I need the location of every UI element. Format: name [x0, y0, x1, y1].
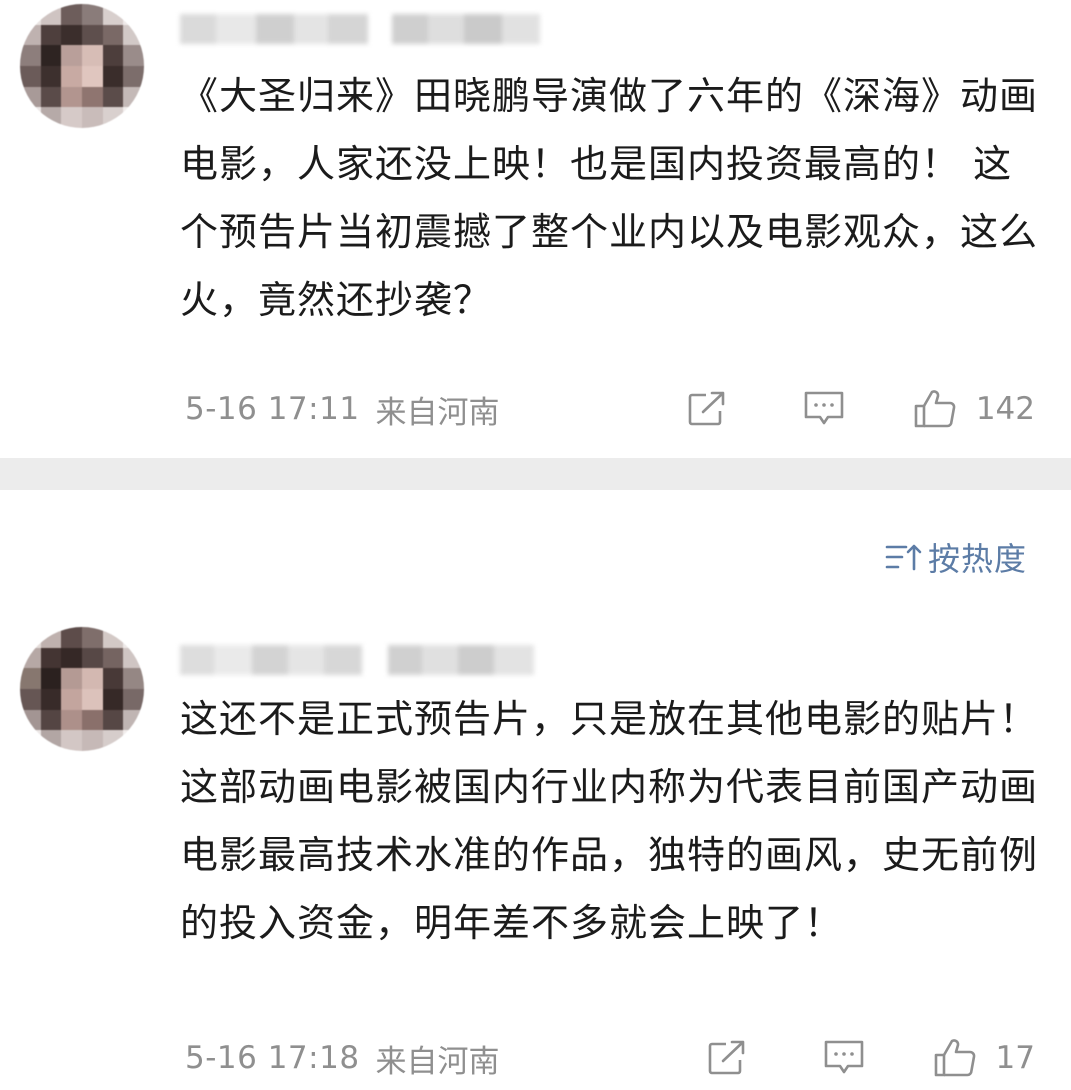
comment-meta: 5-16 17:11 来自河南 142 [185, 384, 1035, 434]
comment-location: 来自河南 [375, 1043, 500, 1080]
comment-actions: 17 [706, 1033, 1035, 1083]
thumbs-up-icon [914, 390, 956, 428]
comment-actions: 142 [686, 384, 1035, 434]
username-blurred[interactable] [180, 645, 540, 675]
comment-timestamp: 5-16 17:11 [185, 391, 360, 427]
avatar[interactable] [20, 627, 144, 751]
sort-icon [885, 544, 922, 571]
sort-by-hot-button[interactable]: 按热度 [884, 534, 1027, 580]
comment-item: 这还不是正式预告片，只是放在其他电影的贴片！这部动画电影被国内行业内称为代表目前… [0, 615, 1071, 1090]
reply-button[interactable] [822, 1038, 866, 1078]
share-button[interactable] [706, 1039, 748, 1077]
avatar[interactable] [20, 4, 144, 128]
like-count: 142 [975, 391, 1035, 427]
share-button[interactable] [686, 390, 728, 428]
username-blurred[interactable] [180, 14, 540, 44]
section-divider [0, 458, 1071, 490]
comment-icon [824, 1040, 863, 1074]
comment-item: 《大圣归来》田晓鹏导演做了六年的《深海》动画电影，人家还没上映！也是国内投资最高… [0, 0, 1071, 458]
comment-text: 这还不是正式预告片，只是放在其他电影的贴片！这部动画电影被国内行业内称为代表目前… [180, 697, 1039, 945]
like-button[interactable]: 142 [912, 388, 1035, 430]
sort-label: 按热度 [927, 540, 1027, 578]
thumbs-up-icon [934, 1039, 975, 1077]
share-icon [688, 391, 725, 426]
comment-icon [804, 391, 844, 425]
comment-location: 来自河南 [375, 394, 500, 431]
comment-meta: 5-16 17:18 来自河南 17 [185, 1033, 1035, 1083]
comment-timestamp: 5-16 17:18 [185, 1040, 360, 1076]
comment-text: 《大圣归来》田晓鹏导演做了六年的《深海》动画电影，人家还没上映！也是国内投资最高… [180, 74, 1039, 322]
like-count: 17 [995, 1040, 1035, 1076]
reply-button[interactable] [802, 389, 846, 429]
share-icon [708, 1040, 744, 1075]
like-button[interactable]: 17 [932, 1037, 1035, 1079]
